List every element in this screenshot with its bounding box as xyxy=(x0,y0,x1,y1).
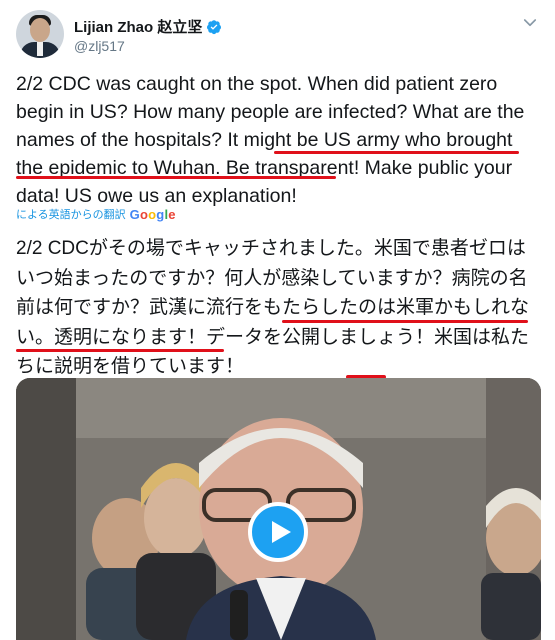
translation-attribution[interactable]: による英語からの翻訳 Google xyxy=(16,206,176,222)
translation-attribution-label: による英語からの翻訳 xyxy=(16,209,126,221)
translated-text: 2/2 CDCがその場でキャッチされました。米国で患者ゼロはいつ始まったのですか… xyxy=(16,238,530,377)
annotation-underline xyxy=(274,151,519,154)
annotation-underline xyxy=(282,320,528,323)
play-icon xyxy=(272,521,291,543)
annotation-underline xyxy=(16,176,336,179)
tweet-header: Lijian Zhao 赵立坚 @zlj517 xyxy=(16,10,543,60)
author-handle[interactable]: @zlj517 xyxy=(74,38,125,54)
author-name[interactable]: Lijian Zhao 赵立坚 xyxy=(74,16,202,37)
video-player[interactable] xyxy=(16,378,541,640)
verified-badge-icon xyxy=(207,19,222,34)
play-button[interactable] xyxy=(248,502,308,562)
chevron-down-icon[interactable] xyxy=(521,14,539,32)
tweet-text: 2/2 CDC was caught on the spot. When did… xyxy=(16,73,530,207)
google-logo: Google xyxy=(129,206,176,222)
author-name-row[interactable]: Lijian Zhao 赵立坚 xyxy=(74,16,222,37)
annotation-underline xyxy=(16,349,224,352)
avatar[interactable] xyxy=(16,10,64,58)
